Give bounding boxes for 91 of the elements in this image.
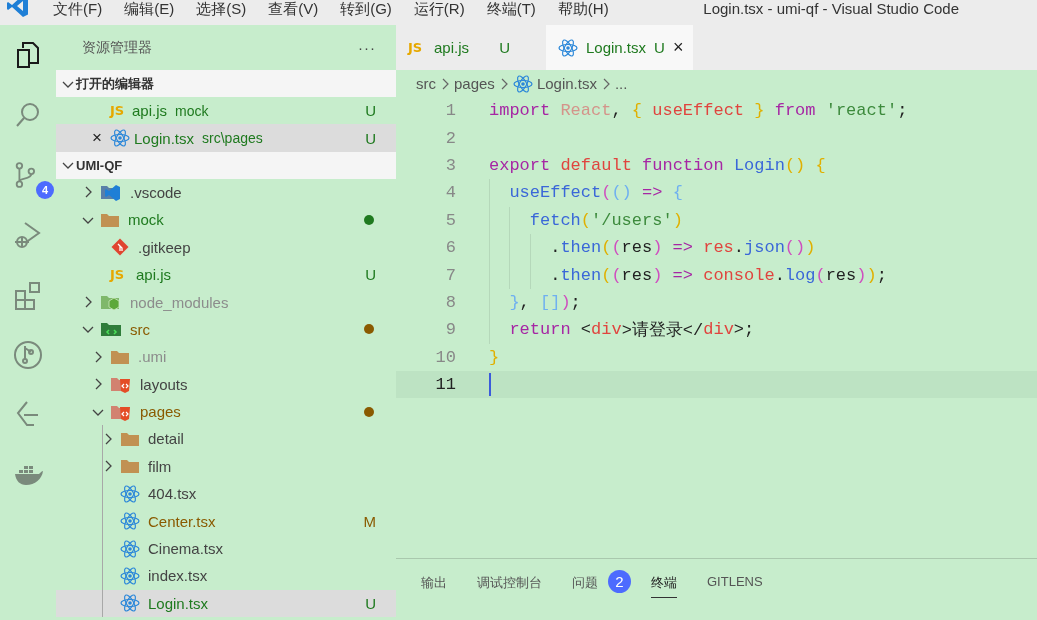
close-button[interactable]: × <box>88 128 106 149</box>
tree-item[interactable]: Center.tsx M <box>56 507 396 535</box>
code-line: .then((res) => console.log(res)); <box>489 261 887 289</box>
line-number: 4 <box>444 183 456 203</box>
panel-tab[interactable]: GITLENS <box>707 571 763 595</box>
code-line: return <div>请登录</div>; <box>489 316 755 344</box>
panel-tab[interactable]: 问题 <box>572 571 598 598</box>
tree-item[interactable]: layouts <box>56 370 396 398</box>
breadcrumb-item[interactable]: pages <box>454 75 495 92</box>
breadcrumb-item[interactable]: src <box>416 75 436 92</box>
branch-icon[interactable] <box>13 340 43 370</box>
tree-item[interactable]: 404.tsx <box>56 480 396 508</box>
window-title: Login.tsx - umi-qf - Visual Studio Code <box>703 0 959 17</box>
atom-icon <box>120 511 140 532</box>
section-header[interactable]: UMI-QF <box>56 151 396 179</box>
extensions-icon[interactable] <box>13 280 43 310</box>
atom-icon <box>120 565 140 586</box>
section-header[interactable]: 打开的编辑器 <box>56 70 396 97</box>
folder-icon <box>100 182 122 203</box>
text-cursor <box>489 372 491 397</box>
code-line: } <box>489 346 500 369</box>
code-line: }, []); <box>489 288 581 317</box>
line-number: 5 <box>444 210 456 230</box>
line-number: 10 <box>434 347 456 367</box>
code-line: .then((res) => res.json()) <box>489 233 816 262</box>
git-status: U <box>365 266 376 284</box>
atom-icon <box>120 538 140 559</box>
atom-icon <box>120 593 140 614</box>
tree-item[interactable]: index.tsx <box>56 562 396 590</box>
tree-item[interactable]: Login.tsx U <box>56 589 396 618</box>
code-line: export default function Login() { <box>489 154 826 177</box>
menu-item[interactable]: 运行(R) <box>402 0 476 17</box>
menu-item[interactable]: 选择(S) <box>185 0 258 17</box>
code-line: useEffect(() => { <box>489 179 683 207</box>
line-number: 9 <box>444 320 456 340</box>
folder-path: src\pages <box>202 130 263 147</box>
atom-icon <box>110 128 130 149</box>
close-button[interactable]: × <box>672 37 684 58</box>
line-number: 11 <box>434 375 456 395</box>
more-actions-button[interactable]: ··· <box>358 39 376 56</box>
atom-icon <box>120 483 140 504</box>
line-number: 6 <box>444 238 456 258</box>
tree-item[interactable]: JS api.js U <box>56 260 396 289</box>
panel-title: 资源管理器 <box>82 38 152 57</box>
git-status: U <box>365 102 376 120</box>
open-editor-item[interactable]: × Login.tsx src\pages U <box>56 124 396 152</box>
git-status: U <box>654 39 665 56</box>
folder-path: mock <box>175 102 209 119</box>
atom-icon <box>512 73 533 94</box>
tree-item[interactable]: detail <box>56 425 396 453</box>
js-icon: JS <box>110 103 128 119</box>
tree-item[interactable]: film <box>56 452 396 481</box>
js-icon: JS <box>408 40 426 55</box>
git-status: U <box>365 594 376 612</box>
count-badge: 2 <box>608 570 631 593</box>
git-status: M <box>363 512 376 530</box>
menu-item[interactable]: 文件(F) <box>42 0 114 17</box>
line-number: 7 <box>444 265 456 285</box>
line-number: 2 <box>444 128 456 148</box>
open-editor-item[interactable]: JS api.js mock U <box>56 97 396 125</box>
breadcrumb-item[interactable]: ... <box>614 75 628 92</box>
panel-tab[interactable]: 输出 <box>421 571 447 598</box>
code-line: fetch('/users') <box>489 206 683 234</box>
app-logo-icon <box>6 0 30 18</box>
git-status: U <box>365 129 376 147</box>
panel-tab[interactable]: 调试控制台 <box>477 571 542 598</box>
line-number: 8 <box>444 292 456 312</box>
tree-item[interactable]: .vscode <box>56 178 396 207</box>
menu-item[interactable]: 转到(G) <box>329 0 403 17</box>
tree-item[interactable]: Cinema.tsx <box>56 534 396 563</box>
tree-item[interactable]: src <box>56 315 396 344</box>
tree-item[interactable]: pages <box>56 397 396 426</box>
js-icon: JS <box>110 267 128 283</box>
git-status: U <box>498 39 510 56</box>
menu-item[interactable]: 帮助(H) <box>546 0 620 17</box>
panel-tab[interactable]: 终端 <box>651 571 677 598</box>
tree-item[interactable]: .gitkeep <box>56 233 396 261</box>
editor-tab[interactable]: Login.tsx U × <box>546 25 694 70</box>
menu-item[interactable]: 终端(T) <box>475 0 547 17</box>
atom-icon <box>558 37 578 58</box>
code-line: import React, { useEffect } from 'react'; <box>489 100 908 123</box>
line-number: 3 <box>444 155 456 175</box>
run-debug-icon[interactable] <box>13 220 43 250</box>
source-control-icon[interactable] <box>13 160 35 190</box>
menu-item[interactable]: 编辑(E) <box>113 0 186 17</box>
menu-item[interactable]: 查看(V) <box>257 0 330 17</box>
line-number: 1 <box>444 101 456 121</box>
count-badge: 4 <box>36 181 54 199</box>
chevron-right-icon <box>440 76 450 91</box>
breadcrumb-item[interactable]: Login.tsx <box>512 73 597 94</box>
tree-item[interactable]: mock <box>56 206 396 234</box>
